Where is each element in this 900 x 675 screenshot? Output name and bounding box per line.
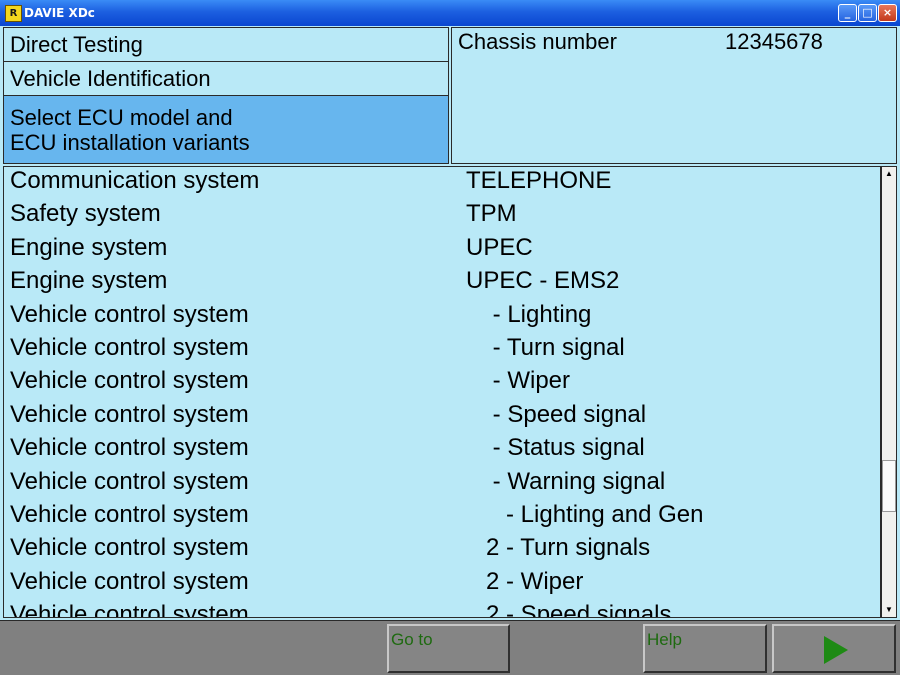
nav-item-vehicle-identification[interactable]: Vehicle Identification (4, 62, 448, 96)
system-name: Vehicle control system (10, 434, 249, 461)
go-to-button[interactable]: Go to (387, 624, 510, 673)
maximize-button[interactable]: □ (858, 4, 877, 22)
list-row[interactable]: Engine system UPEC - EMS2 (4, 267, 880, 300)
list-row[interactable]: Communication system TELEPHONE (4, 167, 880, 200)
app-logo-icon: R (5, 5, 22, 22)
nav-item-label-line-1: Select ECU model and (10, 105, 233, 130)
nav-item-select-ecu-model[interactable]: Select ECU model and ECU installation va… (4, 96, 448, 163)
scrollbar-thumb[interactable] (882, 460, 896, 512)
list-row[interactable]: Vehicle control system 2 - Turn signals (4, 534, 880, 567)
list-row[interactable]: Vehicle control system - Speed signal (4, 401, 880, 434)
system-name: Vehicle control system (10, 301, 249, 328)
system-name: Vehicle control system (10, 501, 249, 528)
ecu-variant: - Turn signal (466, 334, 625, 361)
system-name: Engine system (10, 234, 168, 261)
vehicle-info-panel: Chassis number 12345678 (451, 27, 897, 164)
list-row[interactable]: Vehicle control system - Turn signal (4, 334, 880, 367)
ecu-variant: TELEPHONE (466, 167, 612, 194)
ecu-variant: 2 - Turn signals (466, 534, 651, 561)
ecu-variant: - Status signal (466, 434, 645, 461)
ecu-variant: UPEC - EMS2 (466, 267, 620, 294)
system-name: Vehicle control system (10, 367, 249, 394)
list-row[interactable]: Vehicle control system - Lighting (4, 301, 880, 334)
go-to-label: Go to (391, 630, 433, 649)
chassis-number-label: Chassis number (458, 29, 617, 54)
app-window: R DAVIE XDc _ □ × Direct Testing Vehicle… (0, 0, 900, 675)
maximize-icon: □ (862, 6, 873, 19)
system-name: Vehicle control system (10, 601, 249, 618)
ecu-variant: - Wiper (466, 367, 571, 394)
chassis-number-value: 12345678 (725, 29, 823, 54)
title-bar[interactable]: R DAVIE XDc _ □ × (0, 0, 900, 26)
navigation-panel: Direct Testing Vehicle Identification Se… (3, 27, 449, 164)
list-row[interactable]: Vehicle control system 2 - Wiper (4, 568, 880, 601)
list-row[interactable]: Safety system TPM (4, 200, 880, 233)
list-row[interactable]: Vehicle control system - Warning signal (4, 468, 880, 501)
help-label: Help (647, 630, 682, 649)
nav-item-label-line-2: ECU installation variants (10, 130, 250, 155)
ecu-variant: 2 - Wiper (466, 568, 584, 595)
list-row[interactable]: Vehicle control system - Lighting and Ge… (4, 501, 880, 534)
ecu-variant: - Speed signal (466, 401, 647, 428)
minimize-icon: _ (844, 6, 851, 19)
ecu-variant: - Warning signal (466, 468, 666, 495)
system-name: Communication system (10, 167, 260, 194)
system-name: Vehicle control system (10, 334, 249, 361)
system-name: Engine system (10, 267, 168, 294)
bottom-button-bar: Go to Help (0, 620, 900, 675)
scroll-up-icon[interactable]: ▲ (883, 168, 895, 180)
next-button[interactable] (772, 624, 896, 673)
help-button[interactable]: Help (643, 624, 767, 673)
ecu-variant: - Lighting (466, 301, 592, 328)
minimize-button[interactable]: _ (838, 4, 857, 22)
system-name: Vehicle control system (10, 534, 249, 561)
list-row[interactable]: Vehicle control system 2 - Speed signals (4, 601, 880, 618)
play-icon (824, 636, 848, 664)
list-row[interactable]: Vehicle control system - Status signal (4, 434, 880, 467)
ecu-variant: TPM (466, 200, 517, 227)
ecu-variant: - Lighting and Gen (466, 501, 704, 528)
system-name: Vehicle control system (10, 468, 249, 495)
ecu-variant: UPEC (466, 234, 533, 261)
window-title: DAVIE XDc (24, 6, 95, 20)
system-name: Safety system (10, 200, 161, 227)
close-button[interactable]: × (878, 4, 897, 22)
close-icon: × (882, 6, 893, 19)
nav-item-direct-testing[interactable]: Direct Testing (4, 28, 448, 62)
list-row[interactable]: Vehicle control system - Wiper (4, 367, 880, 400)
system-name: Vehicle control system (10, 401, 249, 428)
list-scrollbar[interactable]: ▲ ▼ (881, 166, 897, 618)
list-row[interactable]: Engine system UPEC (4, 234, 880, 267)
scroll-down-icon[interactable]: ▼ (883, 604, 895, 616)
ecu-variant: 2 - Speed signals (466, 601, 672, 618)
ecu-list[interactable]: Communication system TELEPHONE Safety sys… (3, 166, 881, 618)
system-name: Vehicle control system (10, 568, 249, 595)
